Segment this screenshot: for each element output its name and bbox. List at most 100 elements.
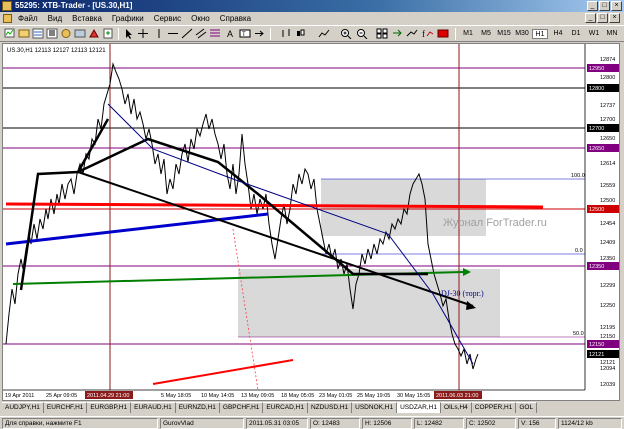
price-label: 12500 <box>600 198 615 204</box>
bar-chart-icon[interactable] <box>280 28 292 39</box>
time-label-highlight: 2011.04.29 21:00 <box>87 393 129 399</box>
status-close: C: 12502 <box>466 418 516 429</box>
price-highlight-label-12150: 12150 <box>589 342 604 348</box>
menu-bar: Файл Вид Вставка Графики Сервис Окно Спр… <box>0 12 624 25</box>
maximize-button[interactable]: □ <box>599 1 610 11</box>
tf-m1[interactable]: M1 <box>460 29 476 39</box>
fibonacci-icon[interactable] <box>209 28 221 39</box>
price-axis[interactable]: 12950 12800 12700 12650 12500 12350 1215… <box>587 57 619 388</box>
time-label: 5 May 18:05 <box>161 393 191 399</box>
autoscroll-icon[interactable] <box>406 28 418 39</box>
chart-window[interactable]: US.30,H1 12113 12127 12113 12121 Журнал … <box>2 43 620 401</box>
chart-shift-icon[interactable] <box>392 28 404 39</box>
crosshair-icon[interactable] <box>137 28 149 39</box>
indicators-icon[interactable]: f <box>422 28 434 39</box>
line-chart-icon[interactable] <box>318 28 330 39</box>
tab-euraud[interactable]: EURAUD,H1 <box>131 402 176 413</box>
tf-d1[interactable]: D1 <box>568 29 584 39</box>
strategy-tester-icon[interactable] <box>88 28 100 39</box>
zoom-out-icon[interactable] <box>356 28 368 40</box>
price-label: 12614 <box>600 161 615 167</box>
menu-window[interactable]: Окно <box>191 14 210 23</box>
arrows-icon[interactable] <box>253 28 265 39</box>
tf-m15[interactable]: M15 <box>496 29 512 39</box>
tab-gbpchf[interactable]: GBPCHF,H1 <box>219 402 264 413</box>
tab-eurcad[interactable]: EURCAD,H1 <box>263 402 308 413</box>
horizontal-line-icon[interactable] <box>167 28 179 39</box>
mdi-close-button[interactable]: × <box>609 13 620 23</box>
tab-eurnzd[interactable]: EURNZD,H1 <box>175 402 220 413</box>
tf-mn[interactable]: MN <box>604 29 620 39</box>
navigator-icon[interactable] <box>60 28 72 39</box>
tab-oils[interactable]: OILs,H4 <box>440 402 472 413</box>
status-low: L: 12482 <box>414 418 464 429</box>
cursor-icon[interactable] <box>123 28 135 39</box>
tab-audjpy[interactable]: AUDJPY,H1 <box>2 402 44 413</box>
window-title: 55295: XTB-Trader - [US.30,H1] <box>15 1 133 10</box>
instrument-annotation: DJ-30 (торг.) <box>441 289 484 298</box>
tab-nzdusd[interactable]: NZDUSD,H1 <box>307 402 353 413</box>
status-bar: Для справки, нажмите F1 GurovVlad 2011.0… <box>0 416 624 429</box>
tab-gol[interactable]: GOL <box>516 402 538 413</box>
periods-icon[interactable] <box>437 28 449 39</box>
time-label: 25 May 19:05 <box>357 393 390 399</box>
fib-label-100: 100.0 <box>571 173 585 179</box>
title-bar[interactable]: 55295: XTB-Trader - [US.30,H1] _ □ × <box>0 0 624 12</box>
profiles-icon[interactable] <box>18 28 30 39</box>
watermark-text: Журнал ForTrader.ru <box>443 217 547 229</box>
app-window: 55295: XTB-Trader - [US.30,H1] _ □ × Фай… <box>0 0 624 429</box>
tab-usdnok[interactable]: USDNOK,H1 <box>352 402 398 413</box>
menu-insert[interactable]: Вставка <box>72 14 102 23</box>
price-highlight-label-12700: 12700 <box>589 126 604 132</box>
mdi-restore-button[interactable]: □ <box>597 13 608 23</box>
price-label: 12737 <box>600 103 615 109</box>
tab-usdzar[interactable]: USDZAR,H1 <box>397 402 441 413</box>
menu-view[interactable]: Вид <box>48 14 62 23</box>
new-order-icon[interactable] <box>102 28 114 39</box>
tf-h1[interactable]: H1 <box>532 29 548 39</box>
trendline-icon[interactable] <box>181 28 193 39</box>
time-label: 19 Apr 2011 <box>5 393 34 399</box>
blue-channel-line[interactable] <box>5 212 269 246</box>
time-axis[interactable]: 19 Apr 2011 25 Apr 09:05 2011.04.29 21:0… <box>5 391 482 399</box>
time-label: 10 May 14:05 <box>201 393 234 399</box>
market-watch-icon[interactable] <box>32 28 44 39</box>
tile-windows-icon[interactable] <box>376 28 388 39</box>
status-high: H: 12506 <box>362 418 412 429</box>
channel-icon[interactable] <box>195 28 207 39</box>
price-label: 12700 <box>600 117 615 123</box>
price-label: 12150 <box>600 334 615 340</box>
terminal-icon[interactable] <box>74 28 86 39</box>
tab-eurchf[interactable]: EURCHF,H1 <box>43 402 88 413</box>
menu-tools[interactable]: Сервис <box>154 14 181 23</box>
tf-m30[interactable]: M30 <box>514 29 530 39</box>
tab-eurgbp[interactable]: EURGBP,H1 <box>87 402 132 413</box>
price-label: 12650 <box>600 136 615 142</box>
new-chart-icon[interactable] <box>4 28 16 39</box>
mdi-minimize-button[interactable]: _ <box>585 13 596 23</box>
tab-copper[interactable]: COPPER,H1 <box>471 402 517 413</box>
tf-m5[interactable]: M5 <box>478 29 494 39</box>
chart-canvas[interactable]: US.30,H1 12113 12127 12113 12121 Журнал … <box>3 44 619 400</box>
close-button[interactable]: × <box>611 1 622 11</box>
text-label-icon[interactable]: T <box>239 28 251 39</box>
tf-h4[interactable]: H4 <box>550 29 566 39</box>
tf-w1[interactable]: W1 <box>586 29 602 39</box>
candles-icon[interactable] <box>294 28 306 39</box>
zoom-in-icon[interactable] <box>340 28 352 40</box>
red-arrow-line <box>152 359 294 385</box>
menu-charts[interactable]: Графики <box>112 14 144 23</box>
minimize-button[interactable]: _ <box>587 1 598 11</box>
vertical-line-icon[interactable] <box>153 28 165 39</box>
symbol-tabs: AUDJPY,H1 EURCHF,H1 EURGBP,H1 EURAUD,H1 … <box>2 402 620 413</box>
fib-box-lower <box>238 269 500 337</box>
menu-file[interactable]: Файл <box>18 14 38 23</box>
price-label: 12800 <box>600 75 615 81</box>
menu-help[interactable]: Справка <box>220 14 251 23</box>
text-tool-icon[interactable]: A <box>225 28 237 39</box>
data-window-icon[interactable] <box>46 28 58 39</box>
price-label: 12195 <box>600 325 615 331</box>
chart-info-label: US.30,H1 12113 12127 12113 12121 <box>7 48 106 54</box>
price-highlight-label-12350: 12350 <box>589 264 604 270</box>
chart-window-icon[interactable] <box>3 14 12 23</box>
